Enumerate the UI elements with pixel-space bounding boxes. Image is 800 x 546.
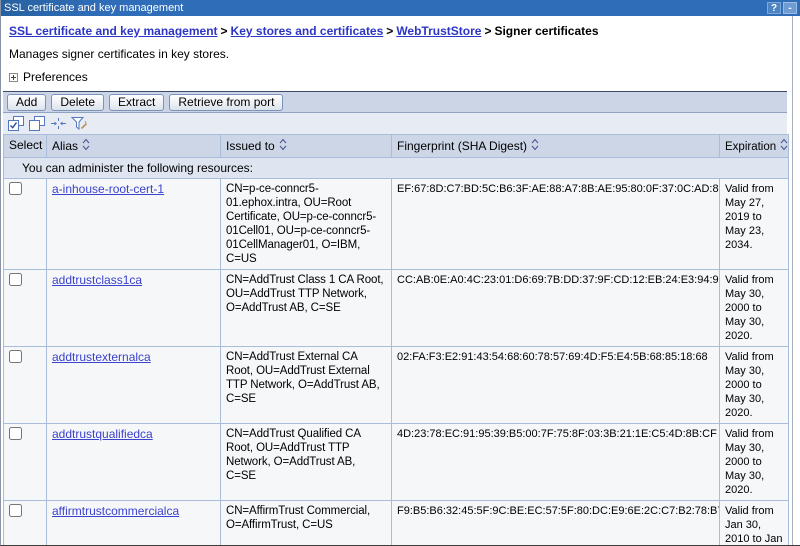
- row-checkbox[interactable]: [9, 504, 22, 517]
- column-header-alias[interactable]: Alias: [46, 134, 221, 158]
- breadcrumb-link-webtruststore[interactable]: WebTrustStore: [396, 24, 481, 38]
- portlet-window: SSL certificate and key management ? - S…: [0, 0, 800, 546]
- preferences-section: Preferences: [9, 70, 787, 84]
- extract-button[interactable]: Extract: [109, 93, 165, 111]
- alias-link[interactable]: a-inhouse-root-cert-1: [52, 182, 164, 196]
- alias-link[interactable]: addtrustqualifiedca: [52, 427, 153, 441]
- alias-link[interactable]: affirmtrustcommercialca: [52, 504, 179, 518]
- column-header-fingerprint[interactable]: Fingerprint (SHA Digest): [391, 134, 720, 158]
- table-icon-bar: [3, 113, 787, 134]
- deselect-all-icon[interactable]: [29, 116, 46, 131]
- table-row: affirmtrustcommercialca CN=AffirmTrust C…: [3, 500, 789, 545]
- page-description: Manages signer certificates in key store…: [9, 47, 230, 61]
- row-checkbox[interactable]: [9, 273, 22, 286]
- issued-to-cell: CN=AddTrust External CA Root, OU=AddTrus…: [220, 346, 392, 424]
- column-header-issued-to[interactable]: Issued to: [220, 134, 392, 158]
- row-checkbox[interactable]: [9, 427, 22, 440]
- sort-icon[interactable]: [780, 138, 788, 151]
- preferences-label[interactable]: Preferences: [23, 70, 88, 84]
- breadcrumb-separator: >: [484, 24, 492, 38]
- minimize-icon[interactable]: -: [783, 2, 797, 14]
- expand-icon[interactable]: [9, 72, 18, 82]
- page-content: SSL certificate and key management > Key s…: [1, 16, 800, 545]
- table-header-row: Select Alias Issued to Fingerprint (SHA …: [3, 134, 789, 158]
- fingerprint-cell: 02:FA:F3:E2:91:43:54:68:60:78:57:69:4D:F…: [391, 346, 720, 424]
- table-caption-row: You can administer the following resourc…: [3, 157, 789, 179]
- breadcrumb-separator: >: [386, 24, 394, 38]
- window-title: SSL certificate and key management: [4, 2, 184, 14]
- table-row: addtrustclass1ca CN=AddTrust Class 1 CA …: [3, 269, 789, 347]
- table-caption: You can administer the following resourc…: [3, 157, 789, 179]
- window-titlebar: SSL certificate and key management ? -: [1, 0, 800, 16]
- clear-filter-icon[interactable]: [71, 116, 88, 131]
- sort-icon[interactable]: [531, 138, 539, 151]
- add-button[interactable]: Add: [7, 93, 47, 111]
- table-row: addtrustexternalca CN=AddTrust External …: [3, 346, 789, 424]
- expiration-cell: Valid from Jan 30, 2010 to Jan 1, 2031.: [719, 500, 789, 545]
- table-row: a-inhouse-root-cert-1 CN=p-ce-conncr5-01…: [3, 178, 789, 270]
- fingerprint-cell: 4D:23:78:EC:91:95:39:B5:00:7F:75:8F:03:3…: [391, 423, 720, 501]
- fingerprint-cell: F9:B5:B6:32:45:5F:9C:BE:EC:57:5F:80:DC:E…: [391, 500, 720, 545]
- breadcrumb: SSL certificate and key management > Key s…: [9, 24, 787, 38]
- issued-to-cell: CN=AffirmTrust Commercial, O=AffirmTrust…: [220, 500, 392, 545]
- column-header-select: Select: [3, 134, 47, 158]
- expiration-cell: Valid from May 30, 2000 to May 30, 2020.: [719, 423, 789, 501]
- action-button-bar: Add Delete Extract Retrieve from port: [3, 91, 787, 113]
- breadcrumb-link-key-stores[interactable]: Key stores and certificates: [231, 24, 384, 38]
- select-all-icon[interactable]: [8, 116, 25, 131]
- alias-link[interactable]: addtrustclass1ca: [52, 273, 142, 287]
- sort-icon[interactable]: [82, 138, 90, 151]
- column-header-expiration[interactable]: Expiration: [719, 134, 789, 158]
- expiration-cell: Valid from May 27, 2019 to May 23, 2034.: [719, 178, 789, 270]
- row-checkbox[interactable]: [9, 182, 22, 195]
- retrieve-from-port-button[interactable]: Retrieve from port: [169, 93, 284, 111]
- table-row: addtrustqualifiedca CN=AddTrust Qualifie…: [3, 423, 789, 501]
- delete-button[interactable]: Delete: [51, 93, 105, 111]
- breadcrumb-current: Signer certificates: [494, 24, 599, 38]
- show-filter-icon[interactable]: [50, 116, 67, 131]
- fingerprint-cell: CC:AB:0E:A0:4C:23:01:D6:69:7B:DD:37:9F:C…: [391, 269, 720, 347]
- issued-to-cell: CN=AddTrust Qualified CA Root, OU=AddTru…: [220, 423, 392, 501]
- issued-to-cell: CN=p-ce-conncr5-01.ephox.intra, OU=Root …: [220, 178, 392, 270]
- fingerprint-cell: EF:67:8D:C7:BD:5C:B6:3F:AE:88:A7:8B:AE:9…: [391, 178, 720, 270]
- sort-icon[interactable]: [279, 138, 287, 151]
- row-checkbox[interactable]: [9, 350, 22, 363]
- help-icon[interactable]: ?: [767, 2, 781, 14]
- breadcrumb-link-ssl-management[interactable]: SSL certificate and key management: [9, 24, 218, 38]
- expiration-cell: Valid from May 30, 2000 to May 30, 2020.: [719, 269, 789, 347]
- issued-to-cell: CN=AddTrust Class 1 CA Root, OU=AddTrust…: [220, 269, 392, 347]
- expiration-cell: Valid from May 30, 2000 to May 30, 2020.: [719, 346, 789, 424]
- alias-link[interactable]: addtrustexternalca: [52, 350, 151, 364]
- breadcrumb-separator: >: [220, 24, 228, 38]
- signer-certificates-table: Select Alias Issued to Fingerprint (SHA …: [3, 134, 789, 545]
